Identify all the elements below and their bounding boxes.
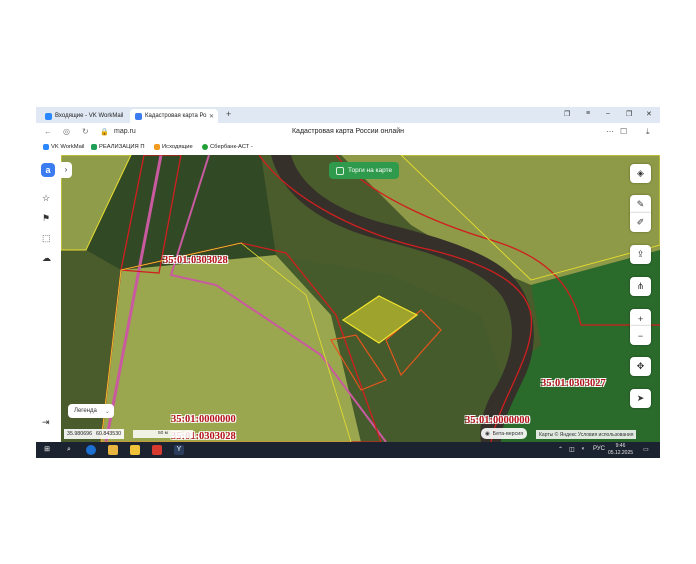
pencil-icon: ✎: [636, 199, 645, 209]
bookmarks-bar: VK WorkMail РЕАЛИЗАЦИЯ П Исходящие Сберб…: [36, 142, 660, 156]
map-attribution[interactable]: Карты © Яндекс Условия использования: [536, 430, 637, 439]
notifications-icon[interactable]: ▭: [643, 446, 649, 453]
trades-on-map-button[interactable]: Торги на карте: [329, 162, 400, 179]
coordinates-readout: 35.980696 60.843530: [64, 429, 125, 439]
bookmark-label: РЕАЛИЗАЦИЯ П: [99, 144, 145, 150]
windows-taskbar: ⊞ ⌕ Y ⌃ ◫ ◖ РУС 9:46 05.12.2025 ▭: [36, 442, 660, 458]
checkbox-icon: [336, 166, 344, 175]
reload-icon[interactable]: ↻: [82, 127, 89, 136]
yandex-browser-icon[interactable]: Y: [174, 445, 184, 455]
vk-mail-icon: [45, 112, 52, 120]
ruler-button[interactable]: ✎: [630, 195, 651, 214]
star-icon[interactable]: ☆: [42, 193, 50, 204]
browser-tab-bar: Входящие - VK WorkMail Кадастровая карта…: [36, 107, 660, 123]
left-panel: a ☆ ⚑ ⬚ ☁ ⇥: [36, 155, 62, 442]
cadastral-label: 35:01:0303027: [541, 378, 606, 389]
search-icon[interactable]: ⌕: [64, 445, 74, 455]
vk-mail-icon: [43, 144, 49, 150]
legend-button[interactable]: Легенда ⌄: [68, 404, 114, 418]
location-arrow-icon: ➤: [636, 393, 645, 403]
bookmark-vk-workmail[interactable]: VK WorkMail: [43, 144, 84, 150]
legend-label: Легенда: [74, 408, 97, 414]
windows-start-icon[interactable]: ⊞: [42, 445, 52, 455]
clock[interactable]: 9:46 05.12.2025: [608, 443, 633, 457]
layers-icon: ◈: [637, 168, 644, 178]
map-site-icon: [135, 112, 142, 120]
share-icon: ⋔: [636, 281, 645, 291]
download-icon[interactable]: ⤓: [646, 127, 650, 137]
restore-icon[interactable]: ❐: [626, 110, 632, 118]
map-imagery: [61, 155, 660, 442]
expand-panel-button[interactable]: ›: [60, 162, 72, 178]
mail-app-icon[interactable]: [130, 445, 140, 455]
tab-vk-workmail[interactable]: Входящие - VK WorkMail: [40, 109, 130, 123]
shield-icon[interactable]: ◎: [63, 127, 70, 136]
cadastral-label: 35:01:0000000: [465, 415, 530, 426]
mail-icon: [154, 144, 160, 150]
layers-button[interactable]: ◈: [630, 164, 651, 183]
clock-date: 05.12.2025: [608, 450, 634, 456]
move-icon: ✥: [636, 361, 645, 371]
zoom-out-button[interactable]: −: [630, 326, 651, 345]
tab-label: Кадастровая карта Ро: [145, 113, 207, 119]
minimize-icon[interactable]: –: [606, 110, 610, 117]
info-icon: ◉: [485, 430, 490, 437]
flag-icon[interactable]: ⚑: [42, 213, 50, 224]
plus-icon: +: [637, 313, 644, 324]
upload-button[interactable]: ⇪: [630, 245, 651, 264]
screenshot: Входящие - VK WorkMail Кадастровая карта…: [36, 107, 660, 458]
cloud-upload-icon: ⇪: [636, 249, 645, 259]
language-indicator[interactable]: РУС: [593, 446, 605, 452]
clock-time: 9:46: [615, 443, 626, 449]
edit-button[interactable]: ✐: [630, 213, 651, 232]
bookmark-icon[interactable]: ☐: [620, 127, 627, 136]
latitude: 35.980696: [67, 431, 93, 437]
satellite-map[interactable]: 35:01:0303028 35:01:0303027 35:01:000000…: [61, 155, 660, 442]
beta-version-badge[interactable]: ◉ Бета-версия: [481, 428, 528, 439]
geolocation-button[interactable]: ➤: [630, 389, 651, 408]
minus-icon: −: [637, 330, 644, 341]
pdf-reader-icon[interactable]: [152, 445, 162, 455]
url-field[interactable]: map.ru: [114, 128, 136, 135]
new-tab-button[interactable]: +: [226, 109, 231, 119]
back-icon[interactable]: ←: [44, 127, 52, 136]
collections-icon[interactable]: ❐: [564, 110, 570, 118]
login-icon[interactable]: ⇥: [42, 417, 50, 428]
bookmark-label: Сбербанк-АСТ -: [210, 144, 253, 150]
tab-label: Входящие - VK WorkMail: [55, 113, 124, 119]
lock-icon: 🔒: [100, 129, 109, 136]
close-window-icon[interactable]: ✕: [646, 110, 652, 118]
bookmark-iskhodyashchie[interactable]: Исходящие: [154, 144, 193, 150]
bookmark-label: VK WorkMail: [51, 144, 85, 150]
document-icon: [91, 144, 97, 150]
cloud-icon[interactable]: ☁: [42, 253, 51, 264]
close-tab-icon[interactable]: ✕: [209, 113, 214, 120]
bookmark-sberbank-ast[interactable]: Сбербанк-АСТ -: [202, 144, 253, 150]
longitude: 60.843530: [96, 431, 122, 437]
sberbank-icon: [202, 144, 208, 150]
chevron-down-icon: ⌄: [104, 408, 110, 415]
more-icon[interactable]: ⋯: [606, 127, 614, 136]
volume-icon[interactable]: ◖: [581, 446, 585, 452]
select-area-icon[interactable]: ⬚: [42, 233, 51, 244]
share-button[interactable]: ⋔: [630, 277, 651, 296]
bookmark-realizatsiya[interactable]: РЕАЛИЗАЦИЯ П: [91, 144, 144, 150]
tab-cadastral-map[interactable]: Кадастровая карта Ро ✕: [130, 109, 218, 123]
app-logo[interactable]: a: [41, 163, 55, 177]
pan-button[interactable]: ✥: [630, 357, 651, 376]
file-explorer-icon[interactable]: [108, 445, 118, 455]
trades-label: Торги на карте: [348, 167, 393, 174]
edge-browser-icon[interactable]: [86, 445, 96, 455]
bookmark-label: Исходящие: [162, 144, 193, 150]
chevron-up-icon[interactable]: ⌃: [558, 446, 563, 453]
beta-label: Бета-версия: [492, 430, 524, 437]
menu-icon[interactable]: ≡: [586, 110, 590, 117]
address-bar: ← ◎ ↻ 🔒 map.ru Кадастровая карта России …: [36, 123, 660, 143]
scale-bar: 50 м: [133, 430, 193, 438]
edit-icon: ✐: [636, 217, 645, 227]
cadastral-label: 35:01:0000000: [171, 414, 236, 425]
network-icon[interactable]: ◫: [569, 446, 575, 453]
cadastral-label: 35:01:0303028: [163, 255, 228, 266]
